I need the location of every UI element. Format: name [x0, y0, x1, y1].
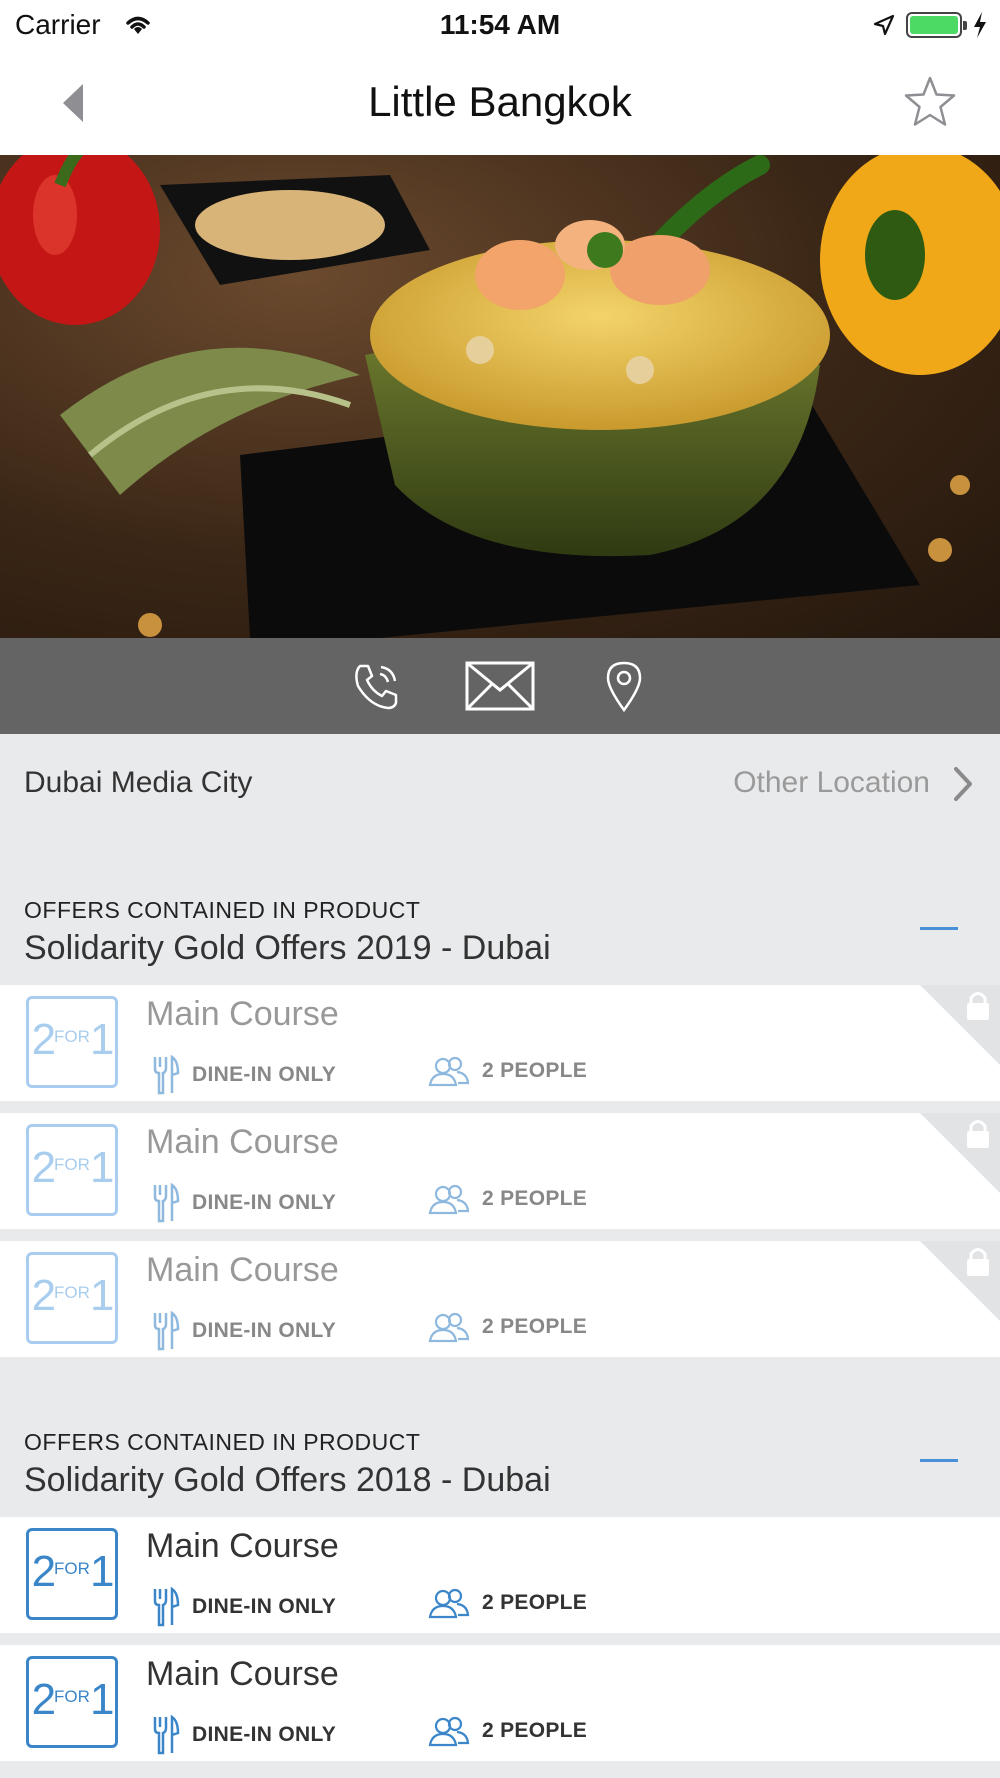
hero-image-carousel[interactable]	[0, 155, 1000, 638]
offer-people-label: 2 PEOPLE	[482, 1591, 588, 1614]
offer-people: 2 PEOPLE	[428, 1055, 587, 1087]
offer-type: DINE-IN ONLY	[152, 1715, 336, 1755]
people-icon	[428, 1056, 470, 1087]
two-for-one-badge: 2FOR1	[26, 1528, 118, 1620]
minus-icon	[920, 1459, 958, 1462]
battery-icon	[906, 12, 967, 38]
location-row: Dubai Media City Other Location	[0, 734, 1000, 834]
offer-people-label: 2 PEOPLE	[482, 1059, 588, 1082]
section-title: Solidarity Gold Offers 2019 - Dubai	[24, 929, 551, 967]
offer-people-label: 2 PEOPLE	[482, 1187, 588, 1210]
fork-knife-icon	[153, 1311, 180, 1351]
status-bar: Carrier 11:54 AM	[0, 0, 1000, 50]
lock-icon	[920, 1241, 1000, 1321]
map-pin-icon	[606, 661, 642, 713]
offer-people-label: 2 PEOPLE	[482, 1719, 588, 1742]
chevron-right-icon[interactable]	[952, 764, 974, 804]
offer-title: Main Course	[146, 1655, 339, 1693]
nav-bar: Little Bangkok	[0, 50, 1000, 155]
fork-knife-icon	[153, 1715, 180, 1755]
email-button[interactable]	[464, 650, 536, 722]
offer-type-label: DINE-IN ONLY	[192, 1595, 337, 1618]
offer-people: 2 PEOPLE	[428, 1183, 587, 1215]
status-right	[872, 10, 988, 40]
favorite-button[interactable]	[902, 74, 958, 130]
fork-knife-icon	[153, 1055, 180, 1095]
offer-people: 2 PEOPLE	[428, 1311, 587, 1343]
offer-card[interactable]: 2FOR1 Main Course DINE-IN ONLY 2 PEOPLE	[0, 1517, 1000, 1633]
offer-people-label: 2 PEOPLE	[482, 1315, 588, 1338]
other-location-link[interactable]: Other Location	[733, 766, 930, 800]
lock-icon	[920, 985, 1000, 1065]
two-for-one-badge: 2FOR1	[26, 1656, 118, 1748]
offer-people: 2 PEOPLE	[428, 1715, 587, 1747]
offer-type-label: DINE-IN ONLY	[192, 1191, 337, 1214]
two-for-one-badge: 2FOR1	[26, 996, 118, 1088]
offer-type-label: DINE-IN ONLY	[192, 1319, 337, 1342]
section-caption: OFFERS CONTAINED IN PRODUCT	[24, 1429, 421, 1455]
collapse-section-button[interactable]	[920, 911, 958, 945]
offer-type-label: DINE-IN ONLY	[192, 1723, 337, 1746]
map-button[interactable]	[588, 650, 660, 722]
phone-icon	[355, 664, 398, 710]
location-name: Dubai Media City	[24, 766, 253, 799]
pineapple-fried-rice-photo	[0, 155, 1000, 638]
offer-type: DINE-IN ONLY	[152, 1055, 336, 1095]
call-button[interactable]	[340, 650, 412, 722]
section-caption: OFFERS CONTAINED IN PRODUCT	[24, 897, 421, 923]
offer-title: Main Course	[146, 995, 339, 1033]
section-title: Solidarity Gold Offers 2018 - Dubai	[24, 1461, 551, 1499]
star-outline-icon	[904, 76, 956, 126]
offer-type: DINE-IN ONLY	[152, 1587, 336, 1627]
two-for-one-badge: 2FOR1	[26, 1124, 118, 1216]
offers-section-header: OFFERS CONTAINED IN PRODUCT Solidarity G…	[0, 1387, 1000, 1537]
collapse-section-button[interactable]	[920, 1443, 958, 1477]
offer-type: DINE-IN ONLY	[152, 1311, 336, 1351]
contact-action-bar	[0, 638, 1000, 734]
offer-card[interactable]: 2FOR1 Main Course DINE-IN ONLY 2 PEOPLE	[0, 1241, 1000, 1357]
lock-icon	[920, 1113, 1000, 1193]
people-icon	[428, 1588, 470, 1619]
page-title: Little Bangkok	[368, 78, 632, 125]
minus-icon	[920, 927, 958, 930]
people-icon	[428, 1716, 470, 1747]
charging-bolt-icon	[974, 12, 986, 38]
location-arrow-icon	[873, 14, 895, 36]
status-time: 11:54 AM	[439, 9, 561, 40]
mail-icon	[465, 661, 535, 711]
offer-title: Main Course	[146, 1123, 339, 1161]
offer-card[interactable]: 2FOR1 Main Course DINE-IN ONLY 2 PEOPLE	[0, 985, 1000, 1101]
offer-card[interactable]: 2FOR1 Main Course DINE-IN ONLY 2 PEOPLE	[0, 1645, 1000, 1761]
two-for-one-badge: 2FOR1	[26, 1252, 118, 1344]
offer-card[interactable]: 2FOR1 Main Course DINE-IN ONLY 2 PEOPLE	[0, 1113, 1000, 1229]
offer-type-label: DINE-IN ONLY	[192, 1063, 337, 1086]
offer-type: DINE-IN ONLY	[152, 1183, 336, 1223]
fork-knife-icon	[153, 1587, 180, 1627]
offer-title: Main Course	[146, 1251, 339, 1289]
fork-knife-icon	[153, 1183, 180, 1223]
people-icon	[428, 1312, 470, 1343]
offer-title: Main Course	[146, 1527, 339, 1565]
people-icon	[428, 1184, 470, 1215]
offers-section-header: OFFERS CONTAINED IN PRODUCT Solidarity G…	[0, 855, 1000, 1005]
offer-people: 2 PEOPLE	[428, 1587, 587, 1619]
